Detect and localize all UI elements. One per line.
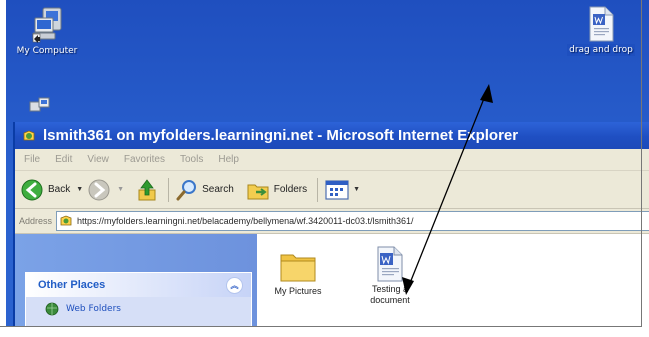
screenshot-border-right [641, 0, 642, 326]
arrowhead-down [402, 277, 414, 295]
screenshot-border-bottom [0, 326, 642, 327]
screenshot: My Computer drag and drop lsmith361 on m… [0, 0, 649, 337]
drag-arrow [402, 84, 493, 295]
arrowhead-up [480, 84, 493, 103]
